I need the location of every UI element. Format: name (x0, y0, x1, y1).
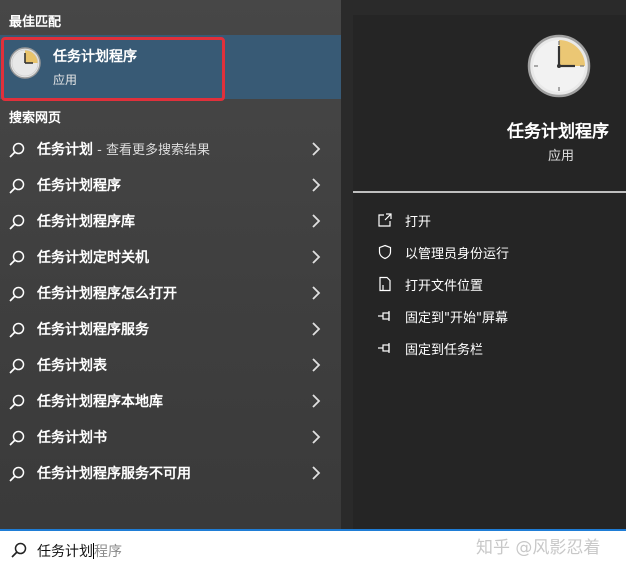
web-result-label: 任务计划程序库 (37, 214, 135, 230)
chevron-right-icon[interactable] (310, 430, 322, 444)
web-result-label: 任务计划程序服务不可用 (37, 466, 191, 482)
chevron-right-icon[interactable] (310, 394, 322, 408)
web-result-label: 任务计划表 (37, 358, 107, 374)
pin-icon (378, 343, 390, 353)
web-result-label: 任务计划程序怎么打开 (37, 286, 177, 302)
action-label: 固定到"开始"屏幕 (405, 310, 508, 326)
action-label: 打开 (405, 214, 432, 230)
web-result-item[interactable]: 任务计划程序 (0, 167, 341, 203)
detail-pane (341, 0, 626, 529)
web-result-label: 任务计划程序 (37, 178, 121, 194)
web-result-label: 任务计划定时关机 (37, 250, 149, 266)
chevron-right-icon[interactable] (310, 142, 322, 156)
search-icon (11, 542, 27, 558)
web-result-label: 任务计划程序服务 (37, 322, 149, 338)
best-match-heading: 最佳匹配 (9, 15, 62, 30)
file-location-icon (379, 276, 391, 292)
best-match-title: 任务计划程序 (53, 49, 137, 65)
search-autocomplete: 程序 (94, 544, 122, 560)
search-icon (9, 286, 25, 302)
pin-to-taskbar-action[interactable]: 固定到任务栏 (377, 338, 483, 358)
web-result-label: 任务计划书 (37, 430, 107, 446)
search-icon (9, 178, 25, 194)
web-result-item[interactable]: 任务计划程序服务不可用 (0, 455, 341, 491)
web-result-item[interactable]: 任务计划定时关机 (0, 239, 341, 275)
web-result-item[interactable]: 任务计划程序库 (0, 203, 341, 239)
search-icon (9, 430, 25, 446)
open-icon (378, 213, 392, 227)
chevron-right-icon[interactable] (310, 214, 322, 228)
pin-icon (378, 311, 390, 321)
shield-icon (378, 244, 392, 260)
search-icon (9, 142, 25, 158)
clock-icon (527, 34, 591, 98)
search-input[interactable]: 任务计划程序 (37, 541, 122, 561)
chevron-right-icon[interactable] (310, 250, 322, 264)
search-icon (9, 214, 25, 230)
search-icon (9, 394, 25, 410)
web-results-list: 任务计划 - 查看更多搜索结果 任务计划程序 任务计划程序库 任务计划定时关机 … (0, 131, 341, 491)
search-icon (9, 322, 25, 338)
watermark: 知乎 @风影忍着 (476, 538, 601, 558)
divider (353, 191, 626, 193)
clock-icon (9, 47, 41, 79)
search-icon (9, 250, 25, 266)
action-label: 打开文件位置 (405, 278, 484, 294)
web-result-item[interactable]: 任务计划程序怎么打开 (0, 275, 341, 311)
search-icon (9, 358, 25, 374)
action-label: 以管理员身份运行 (405, 246, 510, 262)
web-result-item[interactable]: 任务计划表 (0, 347, 341, 383)
web-result-item[interactable]: 任务计划程序服务 (0, 311, 341, 347)
chevron-right-icon[interactable] (310, 466, 322, 480)
web-result-item[interactable]: 任务计划 - 查看更多搜索结果 (0, 131, 341, 167)
web-search-heading: 搜索网页 (9, 111, 62, 126)
best-match-subtitle: 应用 (53, 73, 78, 87)
detail-app-title: 任务计划程序 (507, 122, 609, 142)
run-as-admin-action[interactable]: 以管理员身份运行 (377, 242, 509, 262)
detail-app-subtitle: 应用 (548, 149, 575, 164)
web-result-label: 任务计划 - 查看更多搜索结果 (37, 142, 210, 158)
web-result-item[interactable]: 任务计划书 (0, 419, 341, 455)
open-file-location-action[interactable]: 打开文件位置 (377, 274, 483, 294)
web-result-label: 任务计划程序本地库 (37, 394, 163, 410)
search-icon (9, 466, 25, 482)
chevron-right-icon[interactable] (310, 178, 322, 192)
pin-to-start-action[interactable]: 固定到"开始"屏幕 (377, 306, 508, 326)
web-result-item[interactable]: 任务计划程序本地库 (0, 383, 341, 419)
chevron-right-icon[interactable] (310, 358, 322, 372)
results-pane: 最佳匹配 任务计划程序 应用 搜索网页 任务计划 - 查看更多搜索结果 任务计划… (0, 0, 341, 529)
action-label: 固定到任务栏 (405, 342, 484, 358)
chevron-right-icon[interactable] (310, 286, 322, 300)
chevron-right-icon[interactable] (310, 322, 322, 336)
open-action[interactable]: 打开 (377, 210, 431, 230)
